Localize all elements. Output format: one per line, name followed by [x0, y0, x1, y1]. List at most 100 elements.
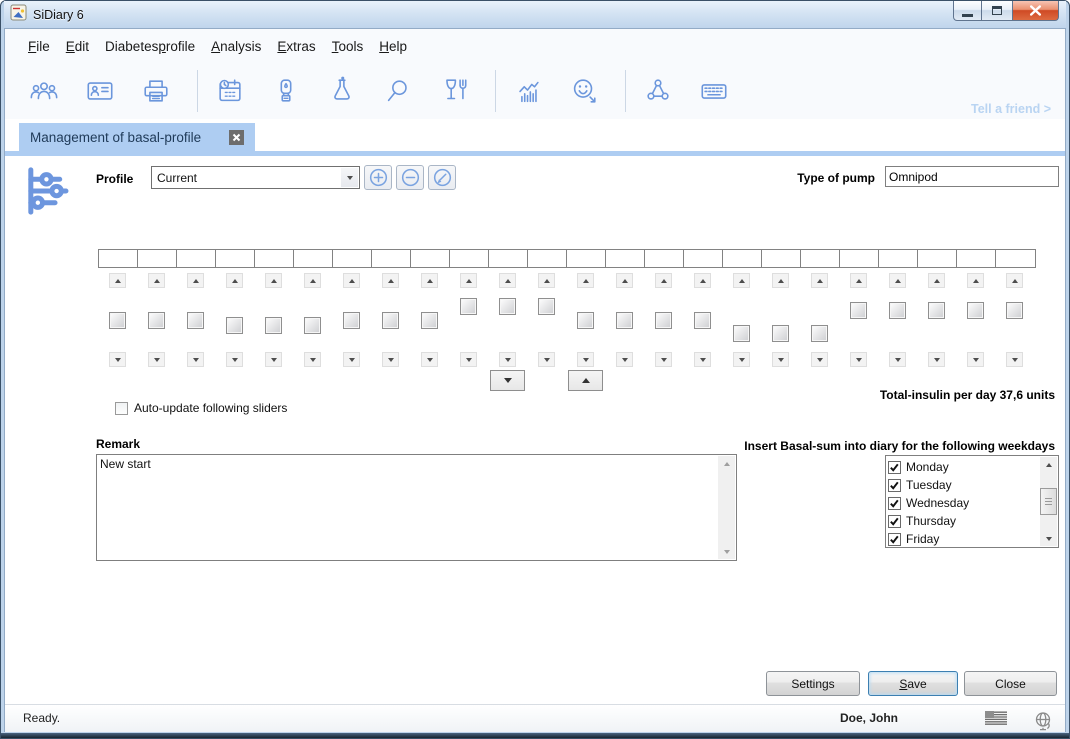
menu-item[interactable]: Edit — [58, 35, 97, 58]
slider-thumb[interactable] — [109, 312, 126, 329]
weekday-row[interactable]: Thursday — [888, 512, 1038, 530]
close-dialog-button[interactable]: Close — [964, 671, 1057, 696]
slider-down-button[interactable] — [1006, 352, 1023, 367]
slider-down-button[interactable] — [655, 352, 672, 367]
slider-down-button[interactable] — [772, 352, 789, 367]
scroll-up-button[interactable] — [1040, 457, 1057, 472]
menu-item[interactable]: Diabetesprofile — [97, 35, 203, 58]
remark-scrollbar[interactable] — [718, 456, 735, 559]
basal-value-cell[interactable] — [801, 250, 840, 267]
slider-up-button[interactable] — [655, 273, 672, 288]
menu-item[interactable]: File — [20, 35, 58, 58]
basal-value-cell[interactable] — [567, 250, 606, 267]
slider-down-button[interactable] — [967, 352, 984, 367]
weekdays-scrollbar[interactable] — [1040, 457, 1057, 546]
basal-value-cell[interactable] — [177, 250, 216, 267]
slider-down-button[interactable] — [343, 352, 360, 367]
basal-value-cell[interactable] — [762, 250, 801, 267]
profile-select[interactable]: Current — [151, 166, 360, 189]
printer-icon[interactable] — [141, 76, 171, 106]
remove-profile-button[interactable] — [396, 165, 424, 190]
slider-up-button[interactable] — [577, 273, 594, 288]
menu-item[interactable]: Extras — [269, 35, 323, 58]
slider-up-button[interactable] — [733, 273, 750, 288]
basal-value-cell[interactable] — [918, 250, 957, 267]
slider-thumb[interactable] — [694, 312, 711, 329]
basal-value-cell[interactable] — [372, 250, 411, 267]
basal-value-cell[interactable] — [489, 250, 528, 267]
slider-thumb[interactable] — [967, 302, 984, 319]
menu-item[interactable]: Help — [371, 35, 415, 58]
slider-up-button[interactable] — [226, 273, 243, 288]
slider-up-button[interactable] — [889, 273, 906, 288]
slider-thumb[interactable] — [382, 312, 399, 329]
bulk-adjust-button[interactable] — [568, 370, 603, 391]
slider-up-button[interactable] — [538, 273, 555, 288]
weekday-checkbox[interactable] — [888, 497, 901, 510]
slider-up-button[interactable] — [460, 273, 477, 288]
slider-thumb[interactable] — [226, 317, 243, 334]
slider-thumb[interactable] — [733, 325, 750, 342]
slider-down-button[interactable] — [187, 352, 204, 367]
slider-up-button[interactable] — [148, 273, 165, 288]
minimize-button[interactable] — [953, 1, 982, 21]
slider-down-button[interactable] — [265, 352, 282, 367]
basal-value-cell[interactable] — [138, 250, 177, 267]
lab-flask-icon[interactable] — [327, 76, 357, 106]
basal-value-cell[interactable] — [333, 250, 372, 267]
weekday-row[interactable]: Friday — [888, 530, 1038, 548]
slider-down-button[interactable] — [304, 352, 321, 367]
slider-down-button[interactable] — [226, 352, 243, 367]
contact-card-icon[interactable] — [85, 76, 115, 106]
tell-a-friend-link[interactable]: Tell a friend > — [971, 102, 1051, 116]
slider-up-button[interactable] — [304, 273, 321, 288]
slider-down-button[interactable] — [382, 352, 399, 367]
title-bar[interactable]: SiDiary 6 — [4, 1, 1066, 28]
scroll-down-button[interactable] — [718, 544, 735, 559]
slider-down-button[interactable] — [733, 352, 750, 367]
basal-value-cell[interactable] — [957, 250, 996, 267]
pump-type-field[interactable] — [885, 166, 1059, 187]
slider-up-button[interactable] — [499, 273, 516, 288]
insulin-pump-icon[interactable] — [271, 76, 301, 106]
save-button[interactable]: Save — [868, 671, 958, 696]
slider-thumb[interactable] — [148, 312, 165, 329]
slider-up-button[interactable] — [109, 273, 126, 288]
basal-value-cell[interactable] — [450, 250, 489, 267]
basal-value-cell[interactable] — [294, 250, 333, 267]
slider-up-button[interactable] — [265, 273, 282, 288]
slider-up-button[interactable] — [616, 273, 633, 288]
globe-icon[interactable] — [1033, 711, 1053, 734]
slider-thumb[interactable] — [1006, 302, 1023, 319]
slider-up-button[interactable] — [772, 273, 789, 288]
slider-down-button[interactable] — [850, 352, 867, 367]
basal-value-cell[interactable] — [411, 250, 450, 267]
slider-thumb[interactable] — [421, 312, 438, 329]
slider-thumb[interactable] — [655, 312, 672, 329]
slider-up-button[interactable] — [694, 273, 711, 288]
nutrition-icon[interactable] — [439, 76, 469, 106]
weekday-checkbox[interactable] — [888, 515, 901, 528]
keyboard-icon[interactable] — [699, 76, 729, 106]
slider-up-button[interactable] — [187, 273, 204, 288]
slider-thumb[interactable] — [772, 325, 789, 342]
weekday-checkbox[interactable] — [888, 461, 901, 474]
basal-value-cell[interactable] — [99, 250, 138, 267]
add-profile-button[interactable] — [364, 165, 392, 190]
basal-value-cell[interactable] — [216, 250, 255, 267]
edit-profile-button[interactable] — [428, 165, 456, 190]
slider-down-button[interactable] — [538, 352, 555, 367]
weekday-row[interactable]: Wednesday — [888, 494, 1038, 512]
flag-icon[interactable] — [985, 711, 1007, 728]
slider-up-button[interactable] — [967, 273, 984, 288]
slider-down-button[interactable] — [616, 352, 633, 367]
menu-item[interactable]: Tools — [324, 35, 372, 58]
basal-value-cell[interactable] — [645, 250, 684, 267]
bulk-adjust-button[interactable] — [490, 370, 525, 391]
slider-down-button[interactable] — [460, 352, 477, 367]
slider-thumb[interactable] — [889, 302, 906, 319]
weekday-row[interactable]: Monday — [888, 458, 1038, 476]
remark-textarea[interactable]: New start — [96, 454, 737, 561]
weekday-checkbox[interactable] — [888, 533, 901, 546]
slider-up-button[interactable] — [928, 273, 945, 288]
